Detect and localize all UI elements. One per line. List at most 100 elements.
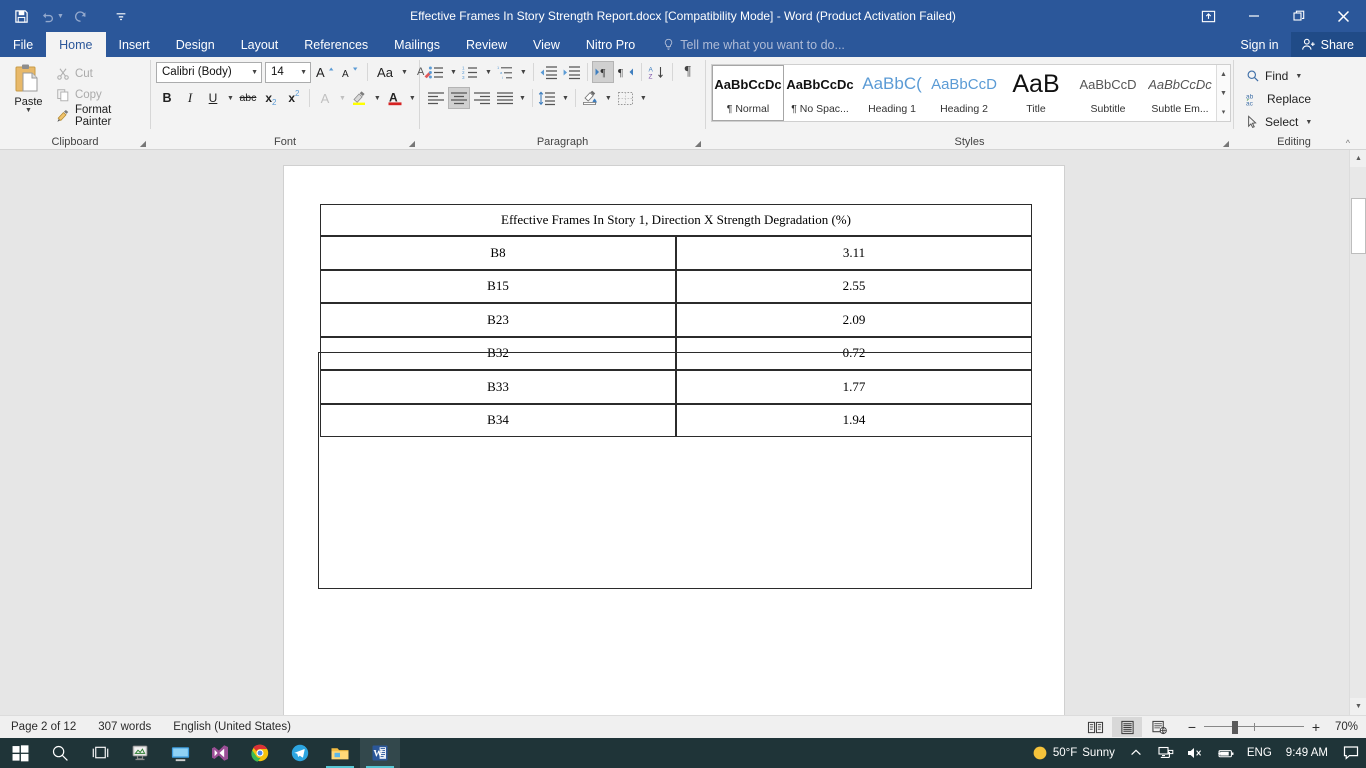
word-count[interactable]: 307 words [87, 721, 162, 733]
styles-scroll-up-icon[interactable]: ▲ [1217, 66, 1230, 83]
restore-button[interactable] [1276, 0, 1321, 32]
decrease-font-size-button[interactable]: A [339, 61, 361, 83]
select-button[interactable]: Select ▼ [1242, 111, 1318, 133]
font-color-caret-icon[interactable]: ▼ [407, 95, 418, 102]
language-indicator[interactable]: ENG [1241, 738, 1278, 768]
style-heading-1[interactable]: AaBbC( Heading 1 [856, 65, 928, 121]
close-button[interactable] [1321, 0, 1366, 32]
document-page[interactable]: Effective Frames In Story 1, Direction X… [283, 165, 1065, 715]
read-mode-view-button[interactable] [1080, 717, 1110, 737]
show-formatting-marks-button[interactable]: ¶ [677, 61, 699, 83]
page-indicator[interactable]: Page 2 of 12 [0, 721, 87, 733]
clipboard-dialog-launcher-icon[interactable]: ◢ [140, 139, 146, 148]
tab-layout[interactable]: Layout [228, 32, 292, 57]
share-button[interactable]: Share [1290, 32, 1366, 57]
tab-references[interactable]: References [291, 32, 381, 57]
etabs-icon[interactable] [120, 738, 160, 768]
text-effects-button[interactable]: A [314, 87, 336, 109]
strength-degradation-table[interactable]: Effective Frames In Story 1, Direction X… [320, 204, 1032, 437]
zoom-level-label[interactable]: 70% [1328, 721, 1362, 733]
replace-button[interactable]: ab ac Replace [1242, 88, 1318, 110]
scroll-up-icon[interactable]: ▲ [1350, 150, 1366, 167]
borders-button[interactable] [615, 87, 637, 109]
style-no-spacing[interactable]: AaBbCcDc ¶ No Spac... [784, 65, 856, 121]
multilevel-caret-icon[interactable]: ▼ [518, 69, 529, 76]
sign-in-button[interactable]: Sign in [1228, 38, 1290, 52]
align-left-button[interactable] [425, 87, 447, 109]
chevron-down-icon[interactable]: ▼ [245, 69, 258, 76]
superscript-button[interactable]: x2 [283, 87, 305, 109]
find-caret-icon[interactable]: ▼ [1293, 73, 1304, 80]
decrease-indent-button[interactable] [538, 61, 560, 83]
underline-button[interactable]: U [202, 87, 224, 109]
select-caret-icon[interactable]: ▼ [1303, 119, 1314, 126]
style-normal[interactable]: AaBbCcDc ¶ Normal [712, 65, 784, 121]
scroll-down-icon[interactable]: ▼ [1350, 698, 1366, 715]
tab-nitro-pro[interactable]: Nitro Pro [573, 32, 648, 57]
sort-button[interactable]: AZ [646, 61, 668, 83]
chevron-down-icon[interactable]: ▼ [294, 69, 307, 76]
line-spacing-caret-icon[interactable]: ▼ [560, 95, 571, 102]
save-icon[interactable] [8, 3, 34, 29]
change-case-button[interactable]: Aa [374, 61, 396, 83]
task-view-icon[interactable] [80, 738, 120, 768]
line-and-paragraph-spacing-button[interactable] [537, 87, 559, 109]
increase-indent-button[interactable] [561, 61, 583, 83]
font-color-button[interactable]: A [384, 87, 406, 109]
style-title[interactable]: AaB Title [1000, 65, 1072, 121]
tab-design[interactable]: Design [163, 32, 228, 57]
cut-button[interactable]: Cut [52, 64, 145, 84]
zoom-slider-thumb[interactable] [1232, 721, 1238, 734]
font-size-combo[interactable]: 14 ▼ [265, 61, 311, 83]
tab-review[interactable]: Review [453, 32, 520, 57]
tab-view[interactable]: View [520, 32, 573, 57]
styles-scrollbar[interactable]: ▲ ▼ ▾ [1216, 65, 1230, 121]
justify-button[interactable] [494, 87, 516, 109]
paste-button[interactable]: Paste ▼ [5, 61, 52, 114]
font-dialog-launcher-icon[interactable]: ◢ [409, 139, 415, 148]
zoom-out-button[interactable]: − [1186, 719, 1198, 735]
visual-studio-icon[interactable] [200, 738, 240, 768]
document-canvas[interactable]: Effective Frames In Story 1, Direction X… [0, 150, 1366, 715]
numbering-caret-icon[interactable]: ▼ [483, 69, 494, 76]
format-painter-button[interactable]: Format Painter [52, 104, 145, 128]
remote-desktop-icon[interactable] [160, 738, 200, 768]
chrome-icon[interactable] [240, 738, 280, 768]
styles-more-icon[interactable]: ▾ [1217, 103, 1230, 120]
italic-button[interactable]: I [179, 87, 201, 109]
shading-caret-icon[interactable]: ▼ [603, 95, 614, 102]
subscript-button[interactable]: x2 [260, 87, 282, 109]
file-explorer-icon[interactable] [320, 738, 360, 768]
justify-caret-icon[interactable]: ▼ [517, 95, 528, 102]
strikethrough-button[interactable]: abc [237, 87, 259, 109]
scrollbar-thumb[interactable] [1351, 198, 1366, 254]
shading-button[interactable] [580, 87, 602, 109]
borders-caret-icon[interactable]: ▼ [638, 95, 649, 102]
numbering-button[interactable]: 123 [460, 61, 482, 83]
collapse-ribbon-icon[interactable]: ^ [1346, 138, 1350, 148]
minimize-button[interactable] [1231, 0, 1276, 32]
style-subtitle[interactable]: AaBbCcD Subtitle [1072, 65, 1144, 121]
bullets-caret-icon[interactable]: ▼ [448, 69, 459, 76]
find-button[interactable]: Find ▼ [1242, 65, 1318, 87]
underline-caret-icon[interactable]: ▼ [225, 95, 236, 102]
show-hidden-icons-button[interactable] [1121, 747, 1151, 759]
right-to-left-text-direction-button[interactable]: ¶ [615, 61, 637, 83]
redo-icon[interactable] [68, 3, 94, 29]
bold-button[interactable]: B [156, 87, 178, 109]
weather-widget[interactable]: 50°F Sunny [1026, 738, 1121, 768]
multilevel-list-button[interactable]: 1ai [495, 61, 517, 83]
customize-qat-icon[interactable] [108, 3, 134, 29]
search-icon[interactable] [40, 738, 80, 768]
styles-scroll-down-icon[interactable]: ▼ [1217, 85, 1230, 102]
network-icon[interactable] [1151, 746, 1181, 760]
paste-caret-icon[interactable]: ▼ [25, 107, 32, 114]
copy-button[interactable]: Copy [52, 85, 145, 105]
volume-muted-icon[interactable] [1181, 746, 1211, 760]
tab-home[interactable]: Home [46, 32, 106, 57]
styles-dialog-launcher-icon[interactable]: ◢ [1223, 139, 1229, 148]
increase-font-size-button[interactable]: A [314, 61, 336, 83]
web-layout-view-button[interactable] [1144, 717, 1174, 737]
start-button[interactable] [0, 738, 40, 768]
ribbon-display-options-button[interactable] [1185, 0, 1231, 32]
